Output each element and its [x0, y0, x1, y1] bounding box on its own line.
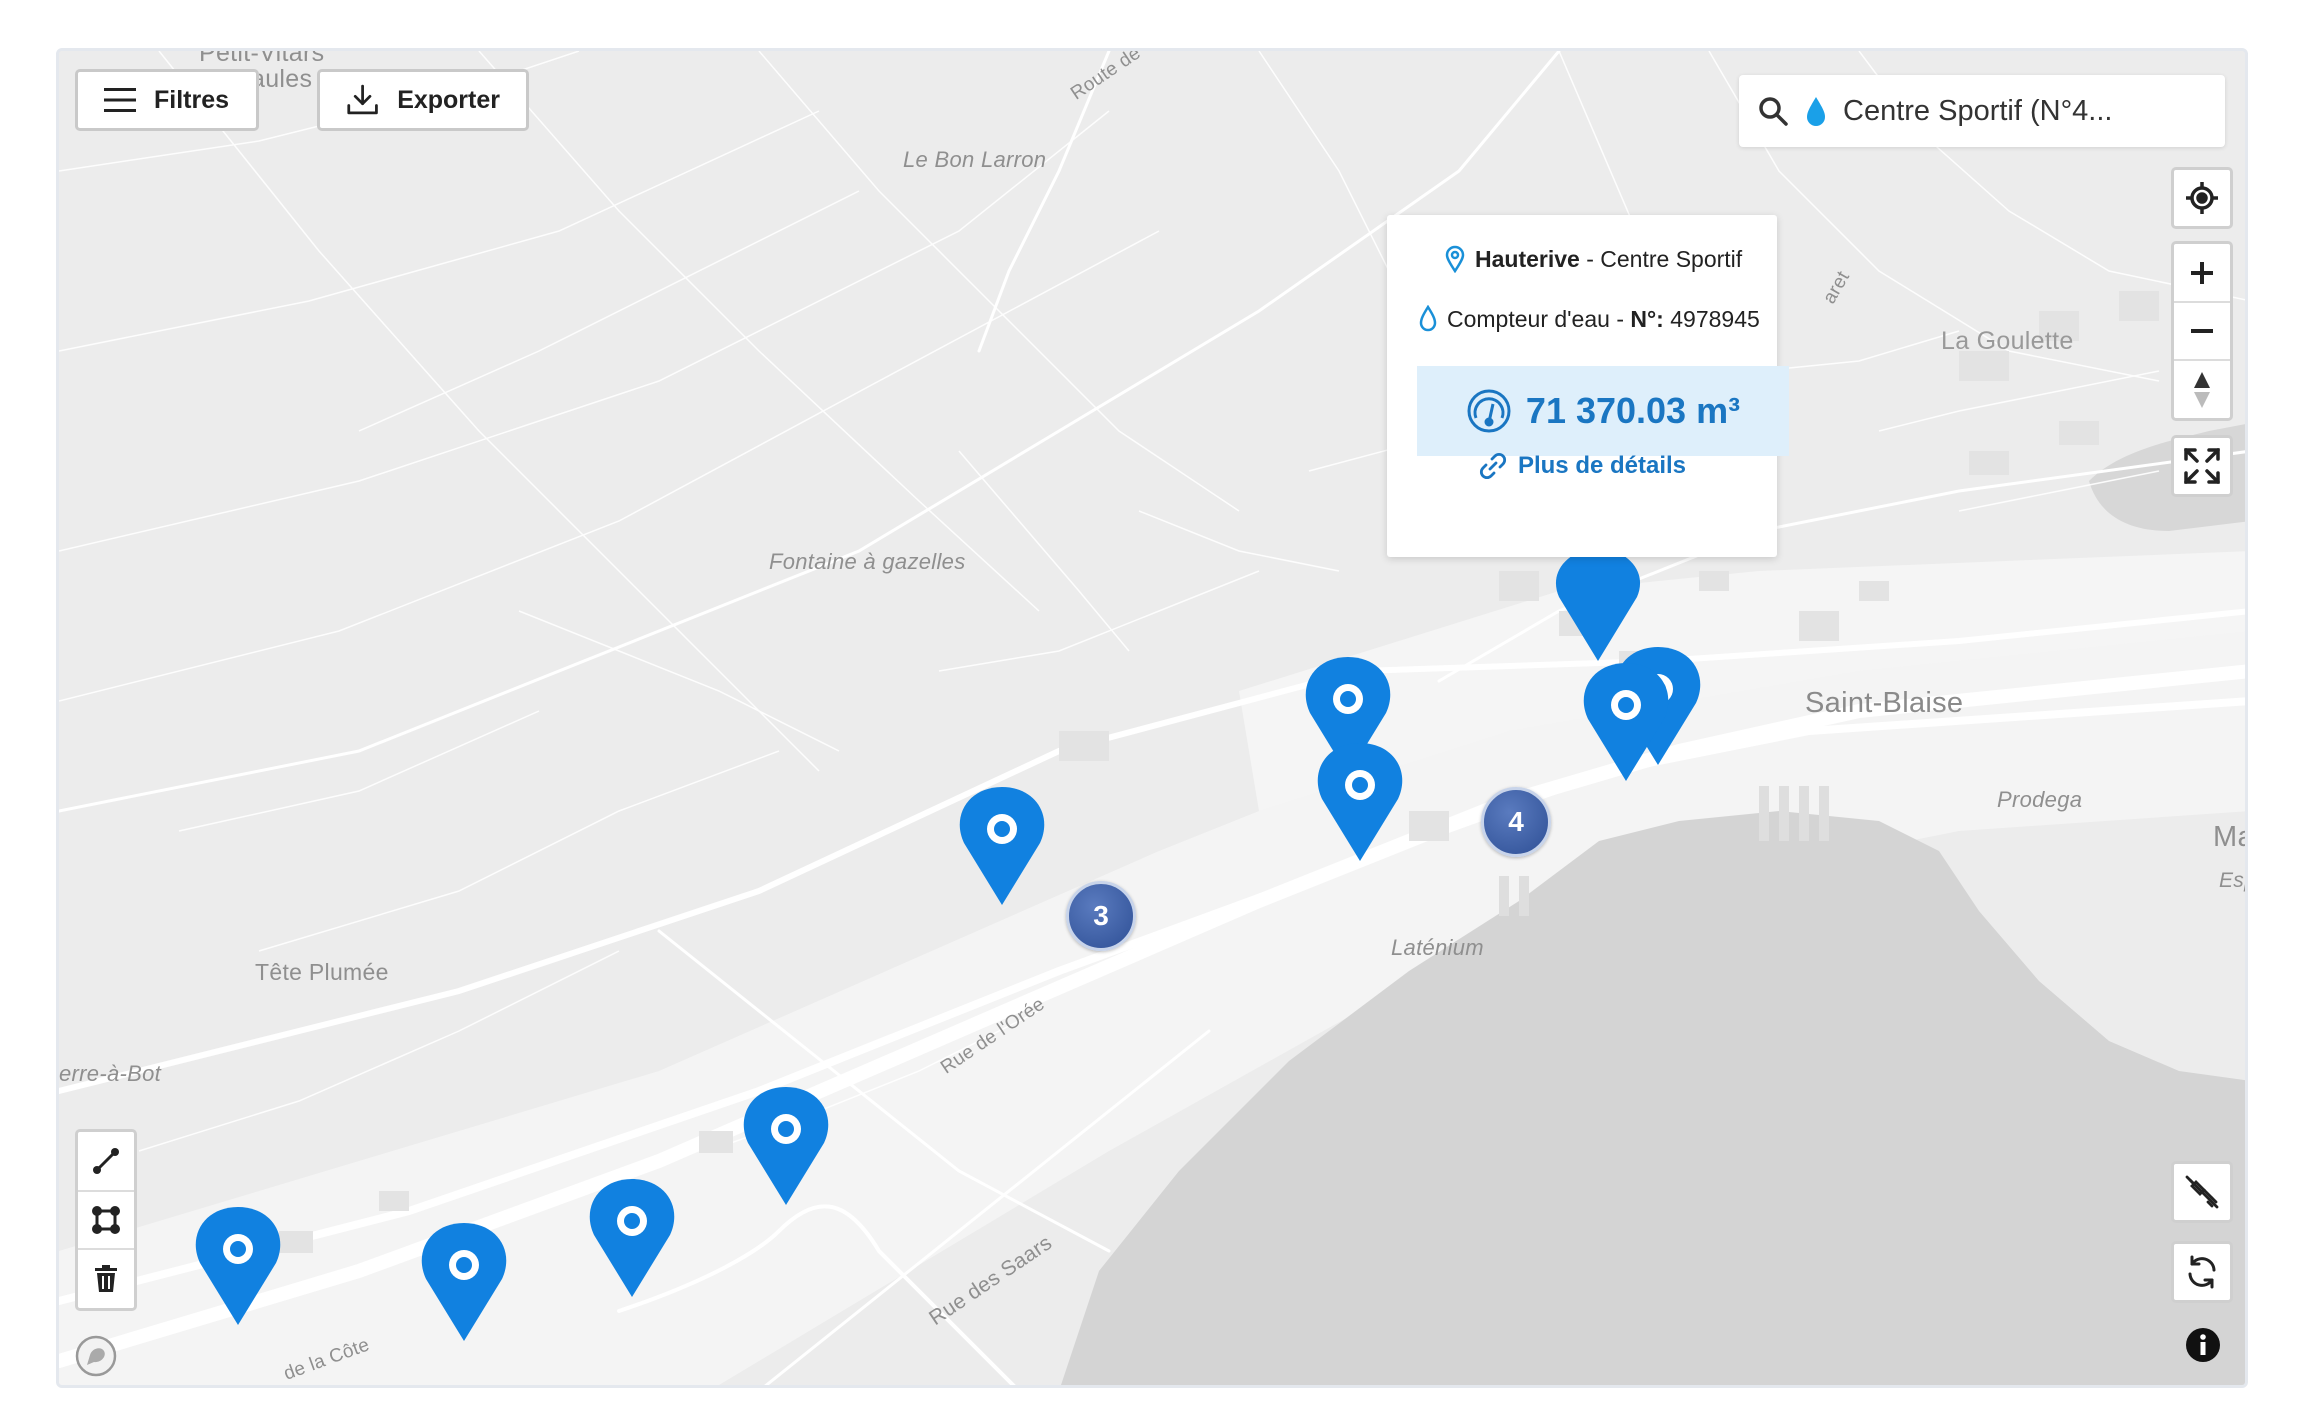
delete-button[interactable]: [78, 1250, 134, 1308]
link-icon: [1479, 452, 1506, 480]
draw-line-button[interactable]: [78, 1132, 134, 1192]
satellite-button[interactable]: [2171, 1161, 2233, 1223]
meter-pin[interactable]: [193, 1205, 283, 1329]
gauge-icon: [1467, 389, 1511, 433]
label-tete-plumee: Tête Plumée: [255, 959, 389, 985]
location-rest: - Centre Sportif: [1579, 245, 1743, 272]
meter-pin[interactable]: [957, 785, 1047, 909]
filters-button[interactable]: Filtres: [75, 69, 259, 131]
meter-pin[interactable]: [419, 1221, 509, 1345]
meter-type: Compteur d'eau -: [1447, 305, 1631, 332]
draw-line-icon: [93, 1148, 119, 1174]
search-value: Centre Sportif (N°4...: [1843, 94, 2113, 127]
compass-button[interactable]: [2174, 361, 2230, 418]
search-box[interactable]: Centre Sportif (N°4...: [1739, 75, 2225, 147]
label-fontaine: Fontaine à gazelles: [769, 549, 966, 574]
fullscreen-button[interactable]: [2171, 435, 2233, 497]
plus-icon: [2191, 261, 2213, 284]
meter-pin[interactable]: [1315, 741, 1405, 865]
search-icon: [1759, 97, 1788, 126]
reading-box: 71 370.03 m³: [1417, 366, 1789, 456]
meter-popup: Hauterive - Centre Sportif Compteur d'ea…: [1387, 215, 1789, 557]
zoom-controls: [2171, 241, 2233, 421]
filters-label: Filtres: [154, 85, 230, 114]
mapbox-logo-icon: [75, 1335, 117, 1377]
label-latenium: Laténium: [1391, 935, 1484, 960]
refresh-button[interactable]: [2171, 1241, 2233, 1303]
details-label: Plus de détails: [1517, 452, 1687, 479]
location-pin-icon: [1445, 245, 1465, 273]
meter-no-label: N°:: [1630, 305, 1664, 332]
label-esp: Esp: [2219, 869, 2245, 892]
menu-icon: [104, 88, 136, 112]
refresh-icon: [2188, 1255, 2216, 1289]
label-la-goulette: La Goulette: [1941, 327, 2074, 355]
compass-icon: [2194, 371, 2210, 408]
label-aules: aules: [251, 65, 313, 93]
details-link[interactable]: Plus de détails: [1387, 451, 1777, 481]
locate-icon: [2186, 182, 2218, 214]
satellite-icon: [2185, 1175, 2219, 1209]
locate-button[interactable]: [2171, 167, 2233, 229]
meter-pin[interactable]: [1581, 661, 1671, 785]
minus-icon: [2191, 329, 2213, 333]
water-drop-icon: [1807, 97, 1825, 126]
zoom-in-button[interactable]: [2174, 244, 2230, 303]
water-drop-icon: [1419, 305, 1437, 332]
location-bold: Hauterive: [1475, 245, 1580, 272]
fullscreen-icon: [2184, 448, 2220, 484]
label-ma: Ma: [2213, 821, 2245, 853]
draw-polygon-icon: [92, 1206, 120, 1234]
map-view[interactable]: Petit-Vitars aules Route de Chau Le Bon …: [56, 48, 2248, 1388]
meter-pin[interactable]: [587, 1177, 677, 1301]
cluster-marker[interactable]: 4: [1481, 787, 1551, 857]
export-button[interactable]: Exporter: [317, 69, 529, 131]
meter-reading: 71 370.03 m³: [1525, 390, 1741, 431]
info-button[interactable]: [2183, 1325, 2223, 1365]
label-prodega: Prodega: [1997, 787, 2083, 812]
popup-meter: Compteur d'eau - N°: 4978945: [1419, 305, 1760, 333]
download-icon: [347, 84, 378, 115]
label-bon-larron: Le Bon Larron: [903, 147, 1047, 172]
popup-location: Hauterive - Centre Sportif: [1445, 245, 1742, 273]
trash-icon: [95, 1265, 117, 1292]
draw-polygon-button[interactable]: [78, 1192, 134, 1250]
meter-pin[interactable]: [741, 1085, 831, 1209]
label-pierre-a-bot: erre-à-Bot: [59, 1061, 162, 1086]
meter-no: 4978945: [1663, 305, 1760, 332]
zoom-out-button[interactable]: [2174, 303, 2230, 361]
draw-tools: [75, 1129, 137, 1311]
export-label: Exporter: [397, 85, 500, 114]
cluster-marker[interactable]: 3: [1066, 881, 1136, 951]
label-saint-blaise: Saint-Blaise: [1805, 687, 1964, 719]
info-icon: [2186, 1328, 2220, 1362]
